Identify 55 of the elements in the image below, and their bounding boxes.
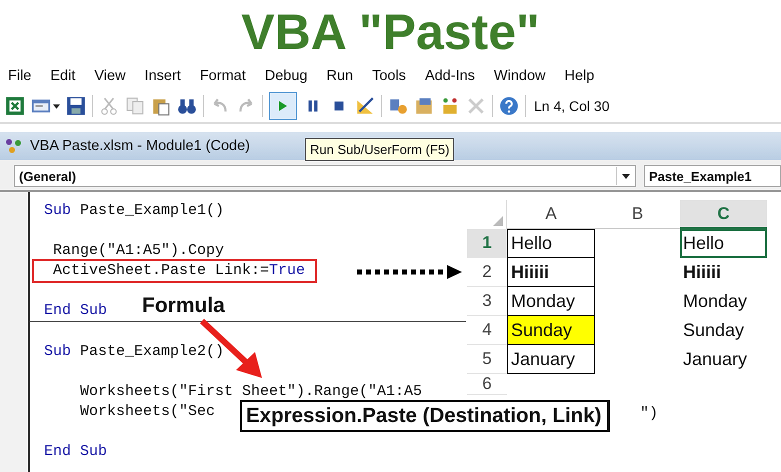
cursor-position: Ln 4, Col 30 xyxy=(534,98,610,114)
table-cell: Hello xyxy=(507,229,595,258)
play-icon xyxy=(278,100,288,112)
table-cell: Hiiiii xyxy=(507,258,595,287)
menu-item[interactable]: Add-Ins xyxy=(424,68,475,84)
save-icon[interactable] xyxy=(66,96,86,116)
page-title: VBA "Paste" xyxy=(240,3,541,62)
menu-item[interactable]: File xyxy=(8,68,32,84)
caret-icon[interactable] xyxy=(53,104,60,108)
run-button[interactable] xyxy=(269,92,297,120)
table-cell: Hello xyxy=(680,229,767,258)
annotation-label: Formula xyxy=(142,294,225,318)
corner-triangle-icon xyxy=(493,216,503,226)
menu-item[interactable]: Run xyxy=(326,68,354,84)
table-cell-text: Hiiiii xyxy=(682,261,722,284)
window-title: VBA Paste.xlsm - Module1 (Code) xyxy=(30,138,250,154)
menu-item[interactable]: Insert xyxy=(144,68,181,84)
table-cell-text: January xyxy=(682,348,748,371)
code-line: End Sub xyxy=(43,301,108,321)
properties-icon[interactable] xyxy=(414,96,434,116)
code-fragment: ") xyxy=(640,405,658,422)
row-header[interactable]: 1 xyxy=(467,229,507,258)
row-header[interactable]: 2 xyxy=(467,258,507,287)
table-cell-text: Monday xyxy=(682,290,748,313)
syntax-callout: Expression.Paste (Destination, Link) xyxy=(240,400,610,432)
design-icon[interactable] xyxy=(355,96,375,116)
column-header[interactable]: C xyxy=(680,200,767,229)
row-header[interactable]: 5 xyxy=(467,345,507,374)
code-line: Range("A1:A5").Copy xyxy=(52,241,224,261)
caret-icon xyxy=(622,174,630,178)
menu-item[interactable]: Tools xyxy=(372,68,406,84)
code-line: Worksheets("Sec xyxy=(79,402,216,422)
object-dropdown[interactable]: (General) xyxy=(14,165,636,187)
table-cell-text: Sunday xyxy=(682,319,746,342)
menu-item[interactable]: View xyxy=(94,68,126,84)
code-line: Sub Paste_Example1() xyxy=(43,201,224,221)
table-cell: Sunday xyxy=(507,316,595,345)
menu-item[interactable]: Edit xyxy=(50,68,76,84)
spreadsheet-icon[interactable] xyxy=(5,96,25,116)
module-icon xyxy=(4,137,24,155)
row-header[interactable]: 3 xyxy=(467,287,507,316)
code-line: ActiveSheet.Paste Link:=True xyxy=(34,261,316,281)
menu-item[interactable]: Format xyxy=(200,68,246,84)
help-icon[interactable] xyxy=(499,96,519,116)
menu-item[interactable]: Help xyxy=(564,68,594,84)
code-line: End Sub xyxy=(43,442,108,462)
menu-item[interactable]: Window xyxy=(494,68,546,84)
menu-item[interactable]: Debug xyxy=(264,68,308,84)
code-line: Sub Paste_Example2() xyxy=(43,342,224,362)
table-cell: January xyxy=(507,345,595,374)
column-header[interactable]: A xyxy=(507,200,595,229)
tooltip: Run Sub/UserForm (F5) xyxy=(305,138,454,161)
code-line: Worksheets("First Sheet").Range("A1:A5 xyxy=(79,382,422,402)
procedure-dropdown[interactable]: Paste_Example1 xyxy=(644,165,781,187)
row-header[interactable]: 6 xyxy=(467,374,507,395)
